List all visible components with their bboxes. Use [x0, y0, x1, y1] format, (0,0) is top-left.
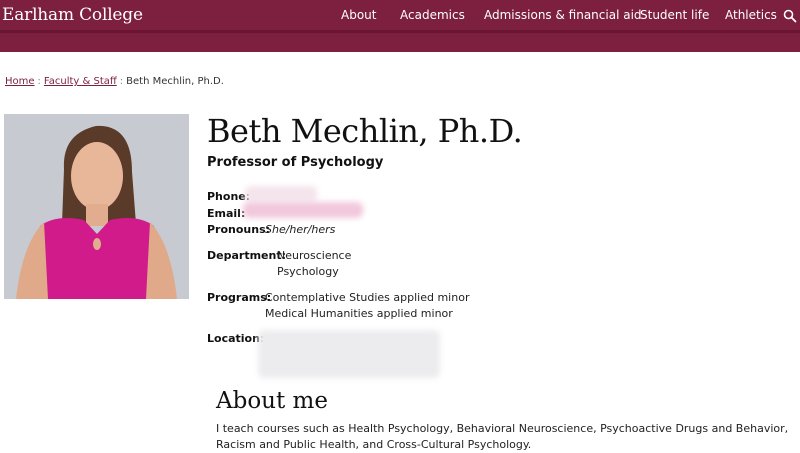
nav-academics[interactable]: Academics	[400, 8, 465, 22]
profile-role: Professor of Psychology	[207, 155, 384, 170]
about-text: I teach courses such as Health Psycholog…	[216, 422, 789, 451]
profile-photo	[4, 114, 189, 299]
phone-value-redacted	[245, 186, 317, 202]
breadcrumb-separator: :	[119, 76, 124, 87]
search-icon[interactable]	[783, 8, 797, 23]
nav-about[interactable]: About	[341, 8, 376, 22]
pronouns-label: Pronouns:	[207, 223, 271, 236]
location-value-redacted	[258, 330, 440, 378]
college-logo[interactable]: Earlham College	[2, 5, 143, 25]
about-heading: About me	[216, 388, 328, 414]
pronouns-value: She/her/hers	[265, 223, 336, 236]
program-contemplative-studies[interactable]: Contemplative Studies applied minor	[265, 291, 469, 304]
breadcrumb-home[interactable]: Home	[5, 76, 35, 87]
program-medical-humanities[interactable]: Medical Humanities applied minor	[265, 307, 453, 320]
breadcrumb: Home: Faculty & Staff: Beth Mechlin, Ph.D.	[5, 76, 224, 87]
programs-label: Programs:	[207, 291, 272, 304]
nav-admissions[interactable]: Admissions & financial aid	[484, 8, 642, 22]
email-value-redacted[interactable]	[243, 202, 363, 218]
nav-athletics[interactable]: Athletics	[725, 8, 777, 22]
breadcrumb-current: Beth Mechlin, Ph.D.	[126, 76, 224, 87]
department-psychology[interactable]: Psychology	[277, 265, 339, 278]
header-subbar	[0, 30, 800, 52]
phone-label: Phone:	[207, 190, 251, 203]
breadcrumb-faculty[interactable]: Faculty & Staff	[44, 76, 117, 87]
location-label: Location:	[207, 332, 265, 345]
department-neuroscience[interactable]: Neuroscience	[277, 249, 351, 262]
nav-student-life[interactable]: Student life	[640, 8, 709, 22]
profile-name: Beth Mechlin, Ph.D.	[207, 112, 523, 150]
email-label: Email:	[207, 207, 246, 220]
breadcrumb-separator: :	[37, 76, 41, 87]
department-label: Department:	[207, 249, 286, 262]
